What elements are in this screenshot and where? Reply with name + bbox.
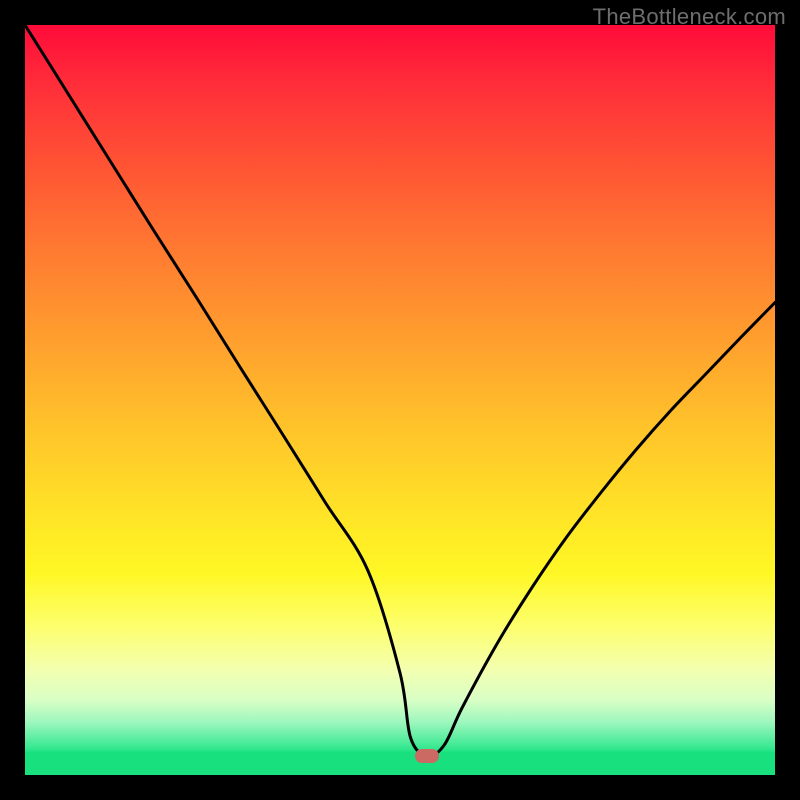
bottleneck-curve (25, 25, 775, 775)
optimal-marker (415, 749, 439, 763)
curve-path (25, 25, 775, 756)
watermark-text: TheBottleneck.com (593, 4, 786, 30)
plot-area (25, 25, 775, 775)
chart-frame: TheBottleneck.com (0, 0, 800, 800)
